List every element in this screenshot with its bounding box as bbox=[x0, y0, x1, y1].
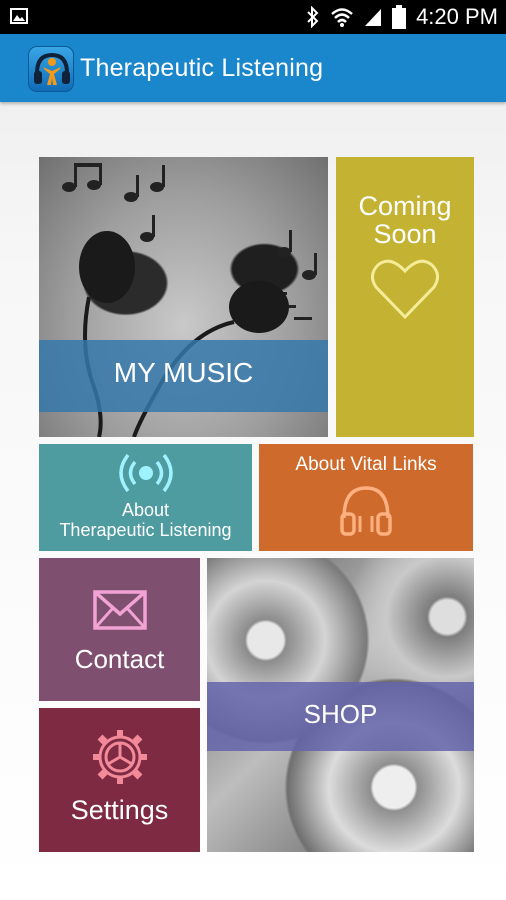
about-therapeutic-listening-tile[interactable]: About Therapeutic Listening bbox=[39, 444, 252, 551]
shop-tile[interactable]: SHOP bbox=[207, 558, 474, 852]
status-time: 4:20 PM bbox=[416, 4, 498, 29]
settings-label: Settings bbox=[70, 795, 169, 825]
app-bar: Therapeutic Listening bbox=[0, 34, 506, 102]
status-bar: 4:20 PM bbox=[0, 0, 506, 34]
coming-soon-line1: Coming bbox=[358, 191, 452, 221]
heart-icon bbox=[371, 259, 439, 320]
bluetooth-icon bbox=[307, 6, 319, 28]
my-music-tile[interactable]: MY MUSIC bbox=[39, 157, 328, 437]
contact-tile[interactable]: Contact bbox=[39, 558, 200, 701]
contact-label: Contact bbox=[74, 644, 165, 674]
about-therapeutic-line2: Therapeutic Listening bbox=[59, 520, 232, 540]
app-logo-icon[interactable] bbox=[28, 46, 74, 92]
coming-soon-line2: Soon bbox=[373, 219, 437, 249]
battery-icon bbox=[392, 5, 407, 29]
headphones-icon bbox=[340, 486, 392, 536]
broadcast-icon bbox=[119, 453, 173, 493]
settings-tile[interactable]: Settings bbox=[39, 708, 200, 852]
about-therapeutic-line1: About bbox=[121, 500, 170, 520]
about-therapeutic-label: About Therapeutic Listening bbox=[39, 500, 252, 540]
my-music-label: MY MUSIC bbox=[113, 357, 254, 388]
app-title: Therapeutic Listening bbox=[80, 54, 324, 82]
status-icons: 4:20 PM bbox=[306, 0, 498, 34]
coming-soon-label: Coming Soon bbox=[336, 192, 474, 248]
about-vital-links-label: About Vital Links bbox=[295, 454, 437, 475]
envelope-icon bbox=[93, 590, 147, 630]
shop-label: SHOP bbox=[303, 699, 378, 729]
gear-icon bbox=[93, 730, 147, 784]
coming-soon-tile[interactable]: Coming Soon bbox=[336, 157, 474, 437]
wifi-icon bbox=[331, 8, 353, 27]
gallery-notification-icon bbox=[10, 8, 28, 24]
about-vital-links-tile[interactable]: About Vital Links bbox=[259, 444, 473, 551]
signal-icon bbox=[365, 9, 382, 26]
